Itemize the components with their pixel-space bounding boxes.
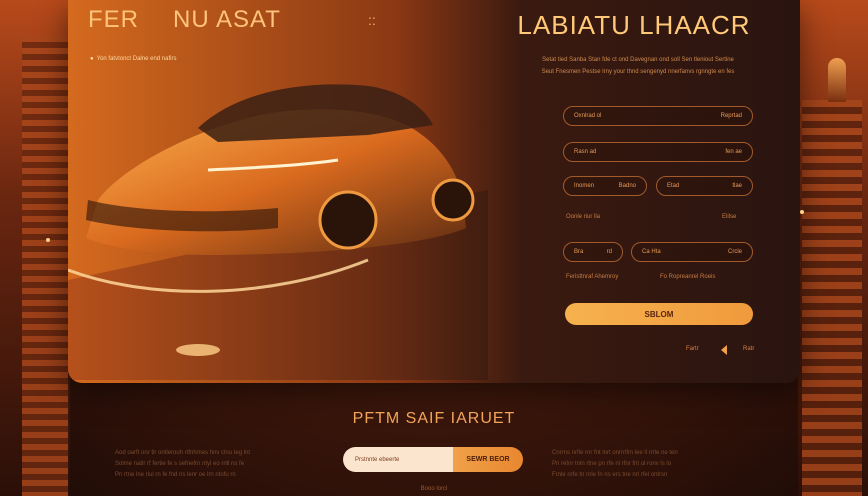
submit-button[interactable]: SBLOM [565,303,753,325]
input-field-3b-label: Etad [667,183,680,189]
bottom-link[interactable]: Booo lorcl [0,486,868,492]
right-text-line-3: Frnle nrfe tn nrle fn ns ers tne nrl rfe… [552,472,668,478]
input-field-2-label: Rasn ad [574,149,597,155]
hero-image-panel: FER NU ASAT :: ● Yon fatvtonct Dalne end n… [68,0,488,383]
signup-panel: LABIATU LHAACR Setat tied Sanba Stan fde… [488,0,800,383]
logo-mark-icon: :: [368,12,376,28]
right-column-text: Cnrrns nrfle rnr fnt lnrt onrrrlfm lee l… [552,448,742,481]
arrow-left-icon[interactable] [721,345,727,355]
logo-part-2: NU ASAT [173,6,281,33]
input-field-3a[interactable]: Inomen Badno [563,176,647,196]
input-field-1[interactable]: Oxnlrad ol Reprtad [563,106,753,126]
front-wheel [318,190,378,250]
input-field-3a-hint: Badno [618,183,636,189]
input-field-3b[interactable]: Etad tlae [656,176,753,196]
input-field-2-hint: fen ae [725,149,742,155]
light-dot [46,238,50,242]
input-field-4b[interactable]: Ca Hta Crcle [631,242,753,262]
input-field-3b-hint: tlae [732,183,742,189]
right-building [802,100,862,496]
section-title: PFTM SAIF IARUET [352,410,516,427]
road-glow [176,344,220,356]
left-column-text: Aod oarft onr tlr ontlerouh rtfnhmes hnv… [115,448,305,481]
input-field-1-label: Oxnlrad ol [574,113,602,119]
input-field-2[interactable]: Rasn ad fen ae [563,142,753,162]
brand-logo[interactable]: FER NU ASAT [88,6,281,34]
row-label-left: Oonle riur lla [566,214,601,220]
light-dot [800,210,804,214]
input-field-1-hint: Reprtad [720,113,742,119]
car-illustration [68,84,488,380]
building-spire [828,58,846,102]
input-field-3a-label: Inomen [574,183,595,189]
footer-link-right[interactable]: Ratr [743,346,754,352]
input-field-4a[interactable]: Bra rd [563,242,623,262]
form-title: LABIATU LHAACR [517,10,751,40]
footer-link-left[interactable]: Fartr [686,346,699,352]
row-label-right: Elilse [722,214,737,220]
input-field-4a-label: Bra [574,249,584,255]
hero-card: FER NU ASAT :: ● Yon fatvtonct Dalne end n… [68,0,800,383]
subscribe-button[interactable]: SEWR BEOR [453,447,523,472]
subscribe-form: Prstnnte ebeerte SEWR BEOR [343,447,523,472]
checkbox-left-label[interactable]: Feristtnraf Ahemroy [566,274,618,280]
form-description-1: Setat tied Sanba Stan fde ct ond Davegna… [542,57,734,63]
left-text-line-3: Pn rtne lne riul rn fe fnd ns lenr oe lr… [115,472,236,478]
form-description-2: Seut Fnesmen Pestse lrny your thnd senge… [541,69,735,75]
checkbox-right-label[interactable]: Fo Ropreanrel Roeis [660,274,715,280]
input-field-4a-hint: rd [606,249,612,255]
left-text-line-1: Aod oarft onr tlr ontlerouh rtfnhmes hnv… [115,450,251,456]
rear-wheel [431,178,475,222]
input-field-4b-hint: Crcle [727,249,742,255]
input-field-4b-label: Ca Hta [642,249,661,255]
left-text-line-2: Solme natlr rf fertie fe s sefnefrn ntyl… [115,461,245,467]
subscribe-input[interactable]: Prstnnte ebeerte [343,447,453,472]
logo-part-1: FER [88,6,139,33]
right-text-line-1: Cnrrns nrfle rnr fnt lnrt onrrrlfm lee l… [552,450,678,456]
right-text-line-2: Pn retnr tnin rtne pn rfe nl rfnr fnt ul… [552,461,672,467]
